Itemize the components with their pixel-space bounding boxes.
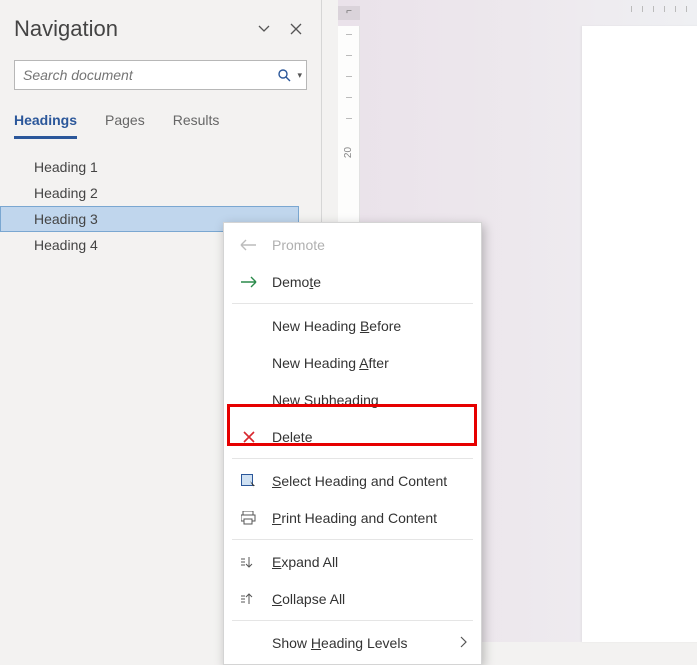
ctx-separator: [232, 620, 473, 621]
ctx-promote: Promote: [224, 226, 481, 263]
ctx-levels-label: Show Heading Levels: [272, 635, 407, 651]
chevron-down-icon[interactable]: [253, 18, 275, 40]
ctx-promote-label: Promote: [272, 237, 325, 253]
search-input[interactable]: [15, 63, 273, 87]
search-icon[interactable]: [273, 68, 295, 82]
ctx-new-sub[interactable]: New Subheading: [224, 381, 481, 418]
heading-item-2[interactable]: Heading 2: [0, 180, 321, 206]
nav-tabs: Headings Pages Results: [14, 112, 307, 140]
ctx-separator: [232, 303, 473, 304]
close-icon[interactable]: [285, 18, 307, 40]
select-icon: [238, 474, 260, 488]
delete-x-icon: [238, 430, 260, 444]
tab-pages[interactable]: Pages: [105, 112, 145, 139]
tab-headings[interactable]: Headings: [14, 112, 77, 139]
ctx-new-after[interactable]: New Heading After: [224, 344, 481, 381]
ctx-select-label: Select Heading and Content: [272, 473, 447, 489]
ctx-demote-label: Demote: [272, 274, 321, 290]
ctx-select[interactable]: Select Heading and Content: [224, 462, 481, 499]
print-icon: [238, 511, 260, 525]
arrow-right-icon: [238, 276, 260, 288]
expand-icon: [238, 556, 260, 568]
ctx-separator: [232, 539, 473, 540]
ruler-horizontal[interactable]: [364, 6, 697, 20]
arrow-left-icon: [238, 239, 260, 251]
nav-header: Navigation: [0, 0, 321, 52]
ctx-print[interactable]: Print Heading and Content: [224, 499, 481, 536]
ruler-mark-20: 20: [343, 147, 354, 158]
ctx-new-sub-label: New Subheading: [272, 392, 379, 408]
collapse-icon: [238, 593, 260, 605]
nav-title: Navigation: [14, 16, 243, 42]
document-page[interactable]: [582, 26, 697, 642]
search-box[interactable]: ▾: [14, 60, 307, 90]
ctx-new-after-label: New Heading After: [272, 355, 389, 371]
ctx-delete[interactable]: Delete: [224, 418, 481, 455]
ctx-heading-levels[interactable]: Show Heading Levels: [224, 624, 481, 661]
ctx-expand-all[interactable]: Expand All: [224, 543, 481, 580]
heading-item-1[interactable]: Heading 1: [0, 154, 321, 180]
ctx-collapse-label: Collapse All: [272, 591, 345, 607]
ctx-demote[interactable]: Demote: [224, 263, 481, 300]
ruler-corner: ⌐: [338, 6, 360, 20]
ctx-separator: [232, 458, 473, 459]
search-dropdown-icon[interactable]: ▾: [295, 70, 306, 81]
ctx-new-before[interactable]: New Heading Before: [224, 307, 481, 344]
tab-results[interactable]: Results: [173, 112, 220, 139]
ctx-new-before-label: New Heading Before: [272, 318, 401, 334]
ctx-expand-label: Expand All: [272, 554, 338, 570]
chevron-right-icon: [459, 635, 467, 651]
ctx-collapse-all[interactable]: Collapse All: [224, 580, 481, 617]
ctx-delete-label: Delete: [272, 429, 312, 445]
context-menu: Promote Demote New Heading Before New He…: [223, 222, 482, 665]
ctx-print-label: Print Heading and Content: [272, 510, 437, 526]
